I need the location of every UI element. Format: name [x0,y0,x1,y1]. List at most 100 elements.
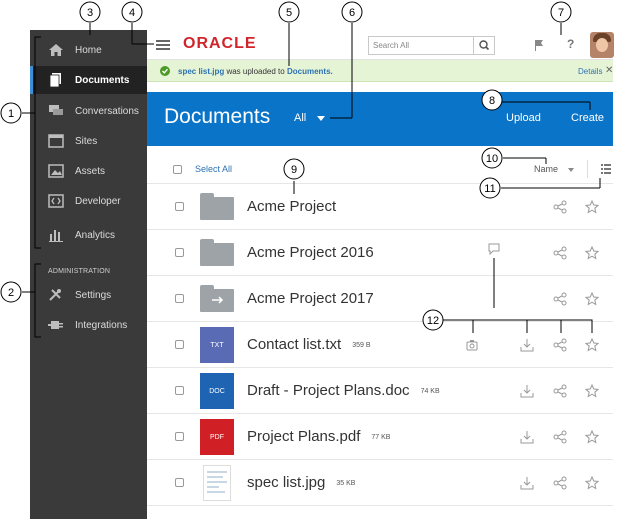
item-name[interactable]: Acme Project 2017 [247,290,374,307]
integrations-icon [48,321,63,329]
item-name[interactable]: Draft - Project Plans.doc 74 KB [247,382,440,399]
row-checkbox[interactable] [175,478,184,487]
search-box [368,36,495,55]
star-icon[interactable] [585,292,599,306]
sidebar-item-documents[interactable]: Documents [30,66,147,94]
divider [587,160,588,178]
sites-icon [48,134,64,148]
share-icon[interactable] [553,200,567,214]
select-all-link[interactable]: Select All [195,164,232,174]
details-link[interactable]: Details [578,67,602,76]
home-icon [49,44,63,56]
download-icon[interactable] [520,384,534,398]
callout-5: 5 [286,7,292,19]
admin-heading: ADMINISTRATION [48,268,111,275]
list-item[interactable]: PDF Project Plans.pdf 77 KB [147,414,613,460]
star-icon[interactable] [585,430,599,444]
row-checkbox[interactable] [175,386,184,395]
row-checkbox[interactable] [175,248,184,257]
sidebar-item-conversations[interactable]: Conversations [30,97,147,125]
notification-file-link[interactable]: spec list.jpg [178,67,224,76]
share-icon[interactable] [553,430,567,444]
callout-4: 4 [129,7,135,19]
upload-notification: spec list.jpg was uploaded to Documents.… [147,60,613,82]
user-avatar[interactable] [590,32,614,58]
item-name[interactable]: Project Plans.pdf 77 KB [247,428,390,445]
file-size: 35 KB [336,479,356,487]
row-checkbox[interactable] [175,202,184,211]
share-icon[interactable] [553,292,567,306]
search-button[interactable] [473,37,494,54]
help-icon[interactable]: ? [567,37,574,51]
chevron-down-icon[interactable] [568,168,574,172]
callout-2: 2 [8,287,14,299]
callout-3: 3 [87,7,93,19]
file-size: 359 B [352,341,371,349]
star-icon[interactable] [585,200,599,214]
chevron-down-icon[interactable] [317,116,325,121]
callout-6: 6 [349,7,355,19]
sidebar-item-home[interactable]: Home [30,36,147,64]
sidebar-item-label: Integrations [75,320,128,331]
download-icon[interactable] [520,338,534,352]
file-size: 77 KB [371,433,391,441]
search-input[interactable] [369,37,473,54]
row-checkbox[interactable] [175,294,184,303]
list-item[interactable]: TXT Contact list.txt 359 B [147,322,613,368]
sidebar-item-integrations[interactable]: Integrations [30,311,147,339]
developer-icon [48,194,64,208]
list-item[interactable]: DOC Draft - Project Plans.doc 74 KB [147,368,613,414]
create-button[interactable]: Create [571,112,604,124]
star-icon[interactable] [585,246,599,260]
list-item[interactable]: Acme Project 2016 [147,230,613,276]
share-icon[interactable] [553,476,567,490]
share-icon[interactable] [553,246,567,260]
notification-folder-link[interactable]: Documents. [287,67,333,76]
list-item[interactable]: spec list.jpg 35 KB [147,460,613,506]
sidebar-item-label: Conversations [75,106,139,117]
item-name[interactable]: Contact list.txt 359 B [247,336,371,353]
share-icon[interactable] [553,384,567,398]
list-view-icon[interactable] [601,164,611,174]
download-icon[interactable] [520,476,534,490]
camera-icon[interactable] [465,338,479,352]
oracle-logo: ORACLE [183,35,257,52]
row-checkbox[interactable] [175,340,184,349]
select-all-checkbox[interactable] [173,165,182,174]
conversations-icon [49,105,63,115]
sort-dropdown[interactable]: Name [534,164,558,174]
folder-icon [200,235,234,271]
list-item[interactable]: Acme Project 2017 [147,276,613,322]
star-icon[interactable] [585,384,599,398]
download-icon[interactable] [520,430,534,444]
sidebar-item-analytics[interactable]: Analytics [30,221,147,249]
pdf-file-icon: PDF [200,419,234,455]
list-item[interactable]: Acme Project [147,184,613,230]
sidebar-item-sites[interactable]: Sites [30,127,147,155]
sidebar-item-label: Sites [75,136,98,147]
comment-icon[interactable] [487,242,501,256]
success-check-icon [160,66,170,76]
star-icon[interactable] [585,338,599,352]
sidebar-item-developer[interactable]: Developer [30,187,147,215]
notification-message: spec list.jpg was uploaded to Documents. [178,67,333,76]
callout-1: 1 [8,108,14,120]
upload-button[interactable]: Upload [506,112,541,124]
flag-icon[interactable] [534,39,544,51]
item-name[interactable]: Acme Project [247,198,336,215]
close-icon[interactable]: ✕ [605,65,613,76]
page-title: Documents [164,105,271,128]
filter-dropdown[interactable]: All [294,112,306,124]
item-name[interactable]: Acme Project 2016 [247,244,374,261]
item-name[interactable]: spec list.jpg 35 KB [247,474,355,491]
sidebar-item-settings[interactable]: Settings [30,281,147,309]
assets-icon [48,164,64,178]
notification-text: was uploaded to [224,67,287,76]
share-icon[interactable] [553,338,567,352]
documents-titlebar: Documents All Upload Create [147,92,613,146]
hamburger-menu-icon[interactable] [156,40,170,50]
sidebar: Home Documents Conversations Sites Asset… [30,30,147,519]
row-checkbox[interactable] [175,432,184,441]
star-icon[interactable] [585,476,599,490]
sidebar-item-assets[interactable]: Assets [30,157,147,185]
